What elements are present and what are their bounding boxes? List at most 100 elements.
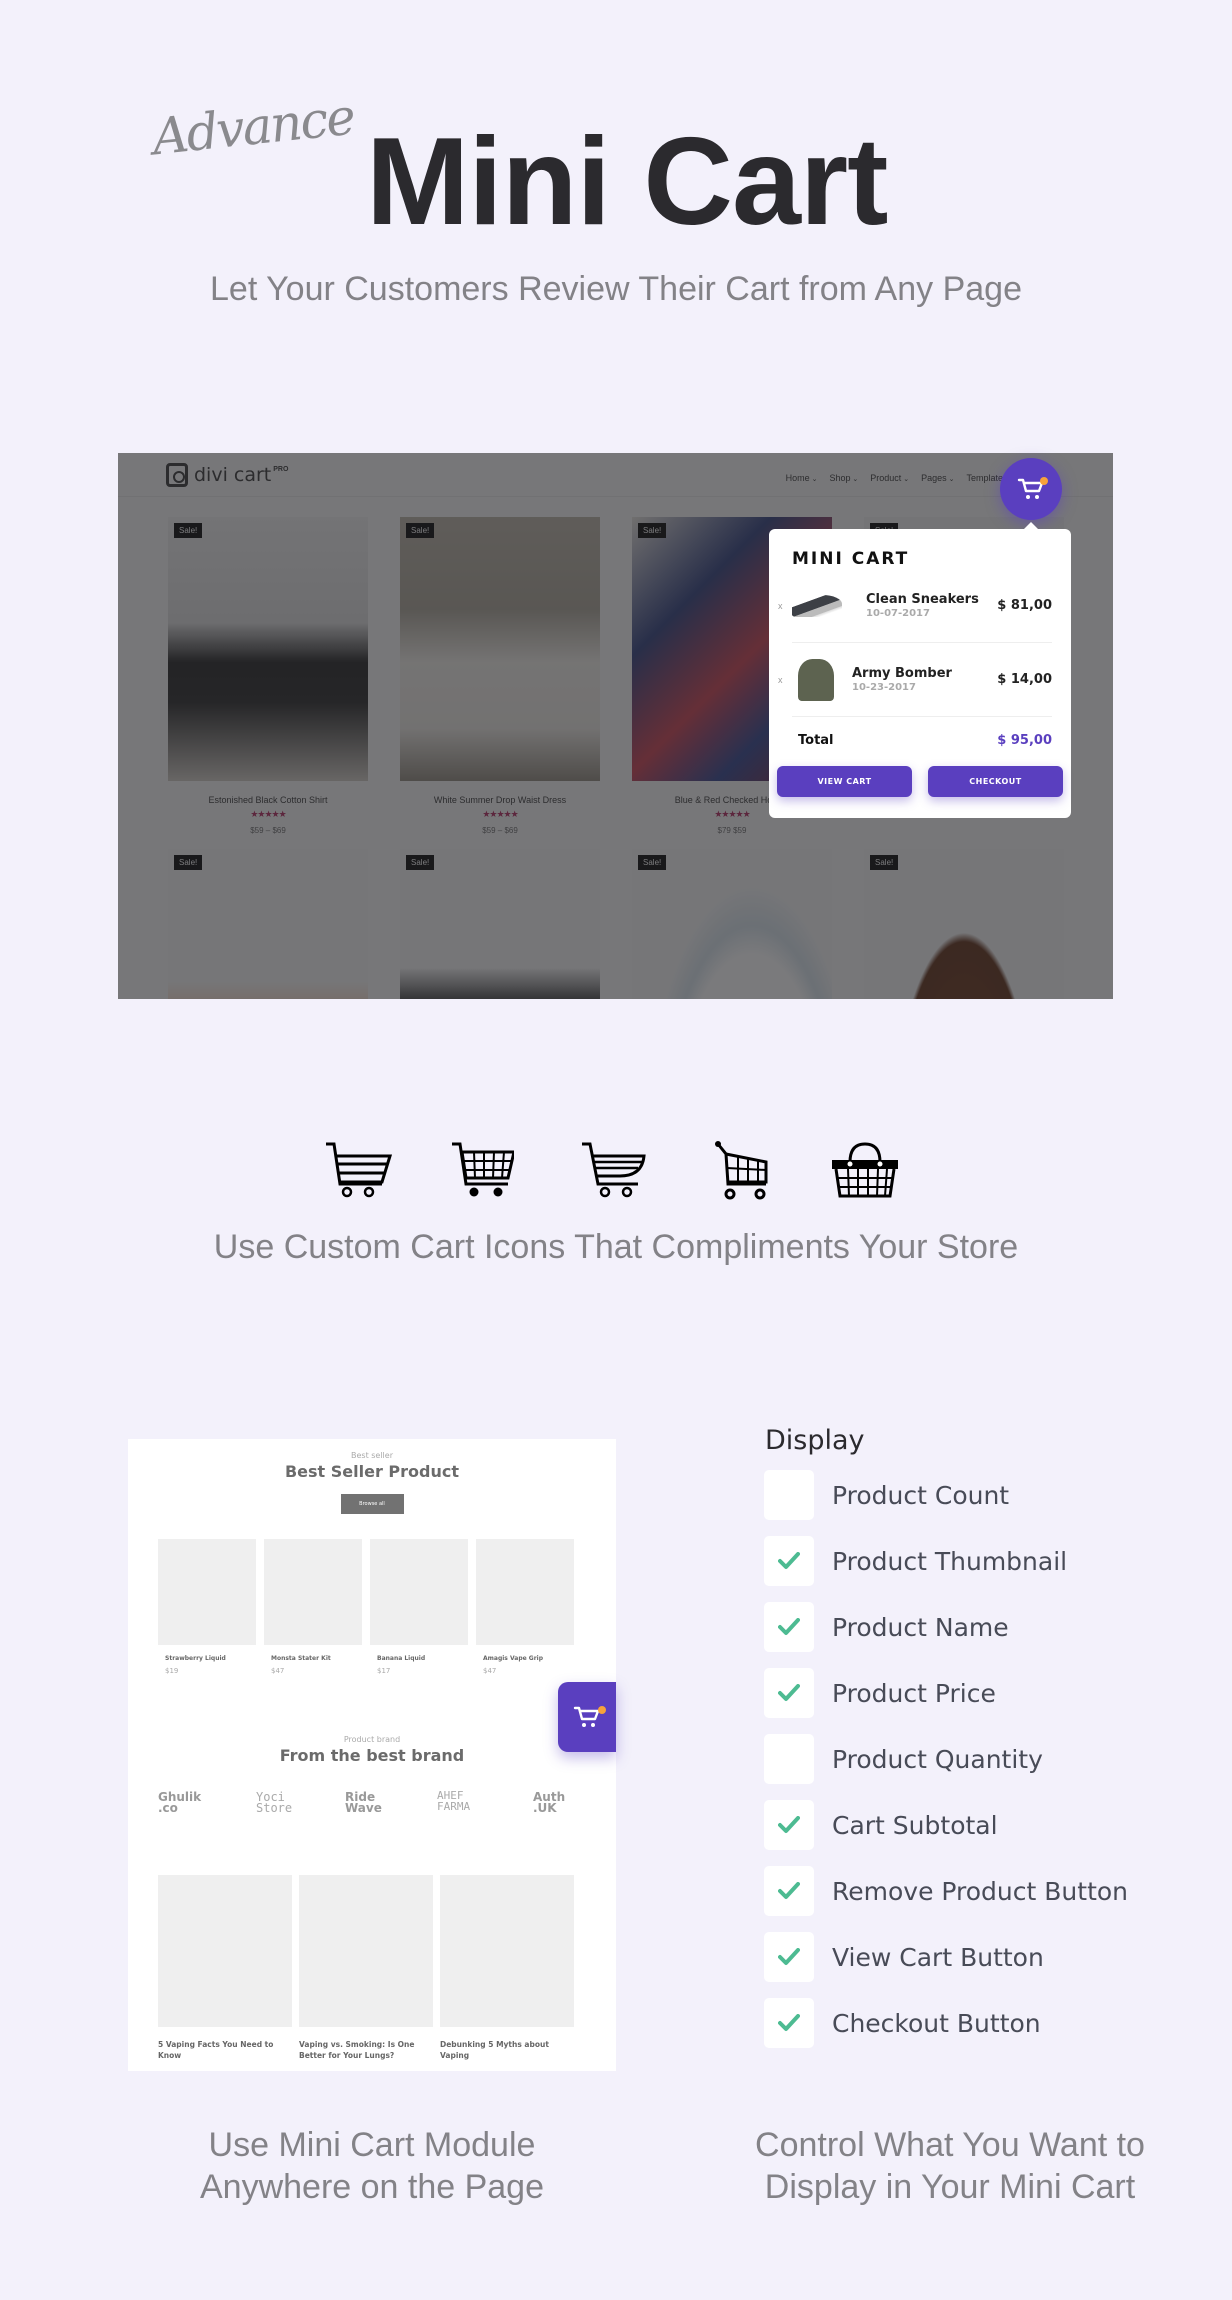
blog-image-placeholder[interactable] [158,1875,292,2027]
checkbox[interactable] [764,1932,814,1982]
display-option-product-name[interactable]: Product Name [764,1594,1128,1660]
basket-icon[interactable] [830,1140,900,1198]
product-image-placeholder[interactable] [264,1539,362,1645]
best-seller-card[interactable]: Strawberry Liquid $19 [158,1539,256,1675]
display-option-view-cart-button[interactable]: View Cart Button [764,1924,1128,1990]
brand-logo[interactable]: Ghulik .co [158,1791,201,1814]
best-seller-card[interactable]: Monsta Stater Kit $47 [264,1539,362,1675]
product-name[interactable]: Banana Liquid [377,1655,468,1662]
display-option-product-count[interactable]: Product Count [764,1462,1128,1528]
product-name[interactable]: Strawberry Liquid [165,1655,256,1662]
module-caption-line: Use Mini Cart Module [208,2126,536,2164]
product-card[interactable]: Sale! [864,849,1064,999]
product-price: $47 [271,1667,285,1675]
best-seller-card[interactable]: Banana Liquid $17 [370,1539,468,1675]
product-image[interactable]: Sale! [168,517,368,781]
display-option-product-quantity[interactable]: Product Quantity [764,1726,1128,1792]
remove-item-button[interactable]: x [778,675,783,685]
blog-card[interactable]: 5 Vaping Facts You Need to Know [158,1875,292,2061]
brand-logo[interactable]: Auth .UK [533,1791,565,1814]
brand-logo[interactable]: AHEF FARMA [437,1790,470,1812]
nav-item-product[interactable]: Product [870,473,909,483]
option-label: Checkout Button [832,2008,1041,2038]
brand-logo[interactable]: Yoci Store [256,1791,292,1814]
blog-title[interactable]: Debunking 5 Myths about Vaping [440,2039,574,2061]
cart-curved-icon[interactable] [580,1140,648,1198]
mini-cart-toggle-button[interactable] [1000,458,1062,520]
checkbox[interactable] [764,1734,814,1784]
product-image[interactable]: Sale! [168,849,368,999]
sale-badge: Sale! [174,523,203,538]
blog-title[interactable]: Vaping vs. Smoking: Is One Better for Yo… [299,2039,433,2061]
option-label: Product Count [832,1480,1010,1510]
mini-cart-module-button[interactable] [558,1682,616,1752]
display-option-checkout-button[interactable]: Checkout Button [764,1990,1128,2056]
option-label: Product Quantity [832,1744,1043,1774]
cart-count-badge [1040,477,1048,485]
blog-image-placeholder[interactable] [299,1875,433,2027]
option-label: Product Name [832,1612,1009,1642]
checkbox[interactable] [764,1602,814,1652]
product-name[interactable]: Amagis Vape Grip [483,1655,574,1662]
product-card[interactable]: Sale! [632,849,832,999]
product-image[interactable]: Sale! [864,849,1064,999]
store-logo[interactable]: divi cart PRO [166,463,288,487]
product-card[interactable]: Sale! [400,849,600,999]
sneaker-thumbnail[interactable] [792,594,842,617]
product-price: $47 [483,1667,497,1675]
product-image[interactable]: Sale! [632,849,832,999]
nav-item-template[interactable]: Template [966,473,1003,483]
blog-card[interactable]: Vaping vs. Smoking: Is One Better for Yo… [299,1875,433,2061]
nav-item-shop[interactable]: Shop [829,473,858,483]
product-image-placeholder[interactable] [370,1539,468,1645]
brand-eyebrow: Product brand [343,1735,401,1744]
product-rating: ★★★★★ [482,809,518,819]
blog-title[interactable]: 5 Vaping Facts You Need to Know [158,2039,292,2061]
display-option-product-thumbnail[interactable]: Product Thumbnail [764,1528,1128,1594]
popup-caret [1024,522,1038,529]
product-card[interactable]: Sale! [168,849,368,999]
view-cart-button[interactable]: VIEW CART [777,766,912,797]
display-option-product-price[interactable]: Product Price [764,1660,1128,1726]
cart-item-name[interactable]: Clean Sneakers [866,592,997,607]
product-image-placeholder[interactable] [476,1539,574,1645]
cart-lines-icon[interactable] [324,1140,392,1198]
best-seller-grid: Strawberry Liquid $19 Monsta Stater Kit $4… [158,1539,574,1675]
remove-item-button[interactable]: x [778,601,783,611]
product-image-placeholder[interactable] [158,1539,256,1645]
checkbox[interactable] [764,1668,814,1718]
product-name[interactable]: Estonished Black Cotton Shirt [168,795,368,805]
checkbox[interactable] [764,1470,814,1520]
product-rating: ★★★★★ [250,809,286,819]
product-image[interactable]: Sale! [400,517,600,781]
browse-all-button[interactable]: Browse all [340,1494,404,1514]
sale-badge: Sale! [406,855,435,870]
jacket-thumbnail[interactable] [798,658,834,701]
cart-grid-icon[interactable] [450,1140,514,1198]
brand-logo[interactable]: Ride Wave [345,1791,382,1814]
logo-text: divi cart [194,464,272,486]
cart-item-name[interactable]: Army Bomber [852,666,997,681]
cart-total-label: Total [798,733,834,748]
checkbox[interactable] [764,1866,814,1916]
trolley-icon[interactable] [714,1140,770,1200]
nav-item-home[interactable]: Home [786,473,818,483]
best-seller-card[interactable]: Amagis Vape Grip $47 [476,1539,574,1675]
checkout-button[interactable]: CHECKOUT [928,766,1063,797]
product-card[interactable]: Sale! White Summer Drop Waist Dress ★★★★… [400,517,600,835]
product-name[interactable]: White Summer Drop Waist Dress [400,795,600,805]
blog-card[interactable]: Debunking 5 Myths about Vaping [440,1875,574,2061]
display-option-remove-product-button[interactable]: Remove Product Button [764,1858,1128,1924]
checkbox[interactable] [764,1998,814,2048]
checkbox[interactable] [764,1536,814,1586]
product-card[interactable]: Sale! Estonished Black Cotton Shirt ★★★★… [168,517,368,835]
blog-image-placeholder[interactable] [440,1875,574,2027]
cart-icon [573,1706,600,1727]
module-preview: Best seller Best Seller Product Browse a… [128,1439,616,2071]
display-option-cart-subtotal[interactable]: Cart Subtotal [764,1792,1128,1858]
product-name[interactable]: Monsta Stater Kit [271,1655,362,1662]
display-caption-line: Display in Your Mini Cart [764,2168,1136,2206]
checkbox[interactable] [764,1800,814,1850]
nav-item-pages[interactable]: Pages [921,473,954,483]
product-image[interactable]: Sale! [400,849,600,999]
